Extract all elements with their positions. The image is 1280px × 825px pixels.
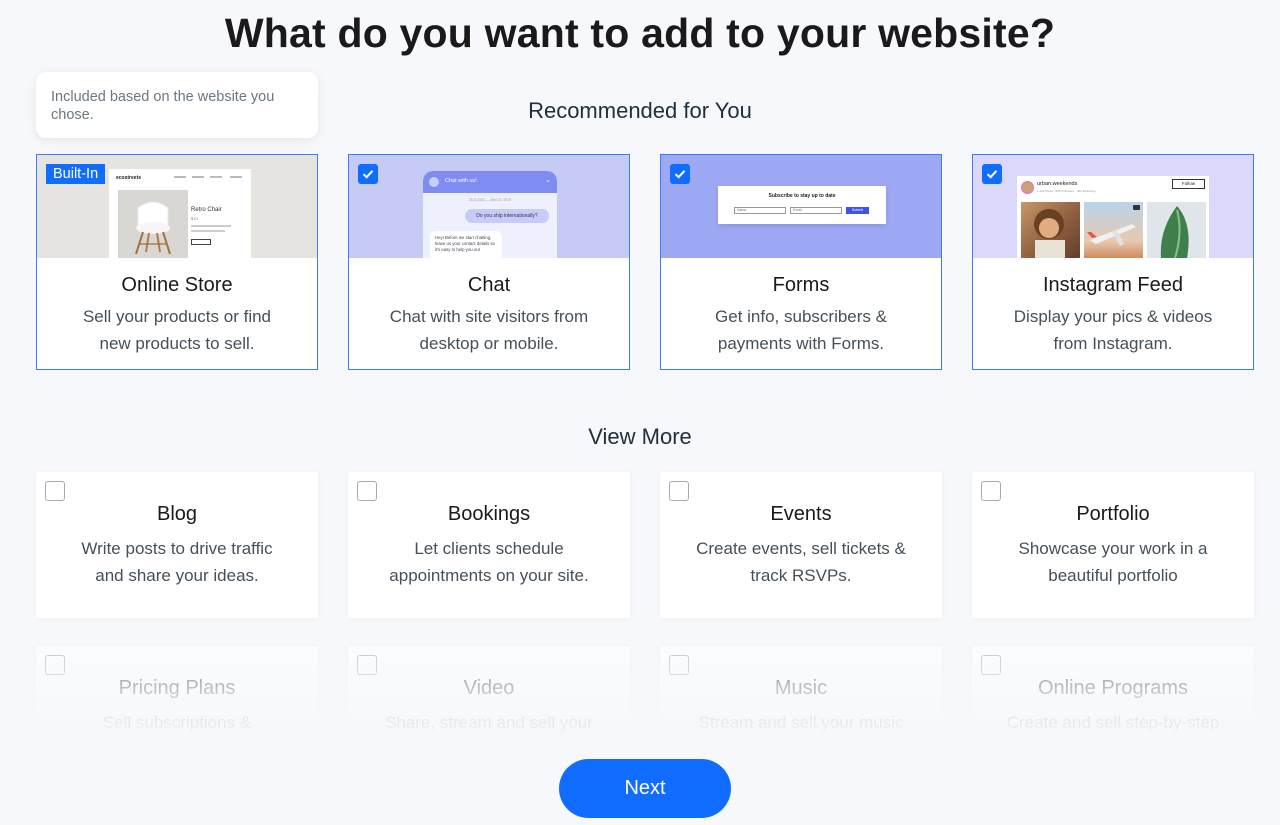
checkbox-empty-icon[interactable] <box>357 655 377 675</box>
card-description: Let clients schedule appointments on you… <box>362 535 616 589</box>
form-submit-button: Submit <box>846 207 869 214</box>
card-description-line: new products to sell. <box>99 334 255 353</box>
app-card-chat[interactable]: Chat with us! ⌄ 26.8.2018 — JAN 22, 2019… <box>348 154 630 370</box>
form-title-text: Subscribe to stay up to date <box>768 193 836 199</box>
chair-image <box>118 190 188 258</box>
card-description-line: Create events, sell tickets & <box>696 539 906 558</box>
page-title: What do you want to add to your website? <box>224 10 1056 56</box>
card-title: Video <box>463 677 515 699</box>
card-description: Create and sell step-by-step <box>986 709 1240 736</box>
card-description-line: Sell your products or find <box>82 307 272 326</box>
photo-plant <box>1147 202 1206 258</box>
card-title: Bookings <box>447 503 531 525</box>
card-description: Showcase your work in a beautiful portfo… <box>986 535 1240 589</box>
next-button[interactable]: Next <box>559 759 731 818</box>
app-card-online-programs[interactable]: Online Programs Create and sell step-by-… <box>972 646 1254 736</box>
photo-person <box>1021 202 1080 258</box>
card-description-line: Get info, subscribers & <box>715 307 887 326</box>
checkbox-empty-icon[interactable] <box>45 655 65 675</box>
chat-date-text: 26.8.2018 — JAN 22, 2019 <box>468 198 512 202</box>
checkbox-empty-icon[interactable] <box>981 481 1001 501</box>
store-brand-text: ecostreets <box>116 175 142 181</box>
card-description-line: Share, stream and sell your <box>385 713 593 732</box>
card-description-line: payments with Forms. <box>717 334 885 353</box>
photo-airplane <box>1084 202 1143 258</box>
card-description-line: appointments on your site. <box>389 566 589 585</box>
card-title: Music <box>774 677 828 699</box>
view-more-heading: View More <box>588 424 692 449</box>
card-title: Instagram Feed <box>1042 274 1184 296</box>
instagram-thumbnail: urban.weekends 1,234 Posts · 856 Followe… <box>973 155 1253 258</box>
store-product-text: Retro Chair <box>191 207 222 213</box>
chat-reply-text: Hey! Before we start chatting, leave us … <box>430 231 502 258</box>
card-description-line: Let clients schedule <box>414 539 564 558</box>
card-description: Chat with site visitors from desktop or … <box>363 303 615 357</box>
checkbox-empty-icon[interactable] <box>357 481 377 501</box>
card-description-line: Create and sell step-by-step <box>1006 713 1220 732</box>
card-title: Blog <box>156 503 198 525</box>
chat-question-text: Do you ship internationally? <box>465 209 549 223</box>
checkbox-empty-icon[interactable] <box>45 481 65 501</box>
online-store-thumbnail: ecostreets Retro Chair $70 Built-In <box>37 155 317 258</box>
card-title: Pricing Plans <box>118 677 236 699</box>
avatar <box>1021 181 1034 194</box>
card-description-line: Stream and sell your music <box>698 713 904 732</box>
video-icon <box>1133 205 1140 210</box>
insta-account-text: urban.weekends <box>1037 181 1078 187</box>
card-description: Write posts to drive traffic and share y… <box>50 535 304 589</box>
card-description-line: and share your ideas. <box>95 566 259 585</box>
app-card-music[interactable]: Music Stream and sell your music <box>660 646 942 736</box>
card-title: Events <box>770 503 832 525</box>
card-description-line: Chat with site visitors from <box>389 307 589 326</box>
card-description: Sell subscriptions & <box>50 709 304 736</box>
checkbox-empty-icon[interactable] <box>981 655 1001 675</box>
card-description: Stream and sell your music <box>674 709 928 736</box>
card-description-line: Display your pics & videos <box>1013 307 1213 326</box>
card-title: Forms <box>772 274 830 296</box>
app-card-video[interactable]: Video Share, stream and sell your <box>348 646 630 736</box>
card-title: Chat <box>467 274 511 296</box>
check-icon[interactable] <box>982 164 1002 184</box>
card-description-line: beautiful portfolio <box>1048 566 1178 585</box>
app-card-portfolio[interactable]: Portfolio Showcase your work in a beauti… <box>972 472 1254 618</box>
card-description: Share, stream and sell your <box>362 709 616 736</box>
card-description-line: track RSVPs. <box>750 566 852 585</box>
card-description: Display your pics & videos from Instagra… <box>987 303 1239 357</box>
app-card-pricing-plans[interactable]: Pricing Plans Sell subscriptions & <box>36 646 318 736</box>
app-card-forms[interactable]: Subscribe to stay up to date Name Email … <box>660 154 942 370</box>
card-description: Get info, subscribers & payments with Fo… <box>675 303 927 357</box>
card-description-line: Showcase your work in a <box>1018 539 1208 558</box>
check-icon[interactable] <box>358 164 378 184</box>
chevron-down-icon: ⌄ <box>545 177 551 184</box>
form-name-field: Name <box>734 207 786 214</box>
recommended-heading: Recommended for You <box>528 98 752 123</box>
built-in-badge: Built-In <box>46 164 106 184</box>
forms-thumbnail: Subscribe to stay up to date Name Email … <box>661 155 941 258</box>
chat-header-text: Chat with us! <box>445 178 477 184</box>
app-card-bookings[interactable]: Bookings Let clients schedule appointmen… <box>348 472 630 618</box>
card-description: Create events, sell tickets & track RSVP… <box>674 535 928 589</box>
card-title: Portfolio <box>1076 503 1150 525</box>
card-description-line: Sell subscriptions & <box>102 713 252 732</box>
card-description-line: from Instagram. <box>1053 334 1173 353</box>
check-icon[interactable] <box>670 164 690 184</box>
card-title: Online Store <box>121 274 233 296</box>
insta-stats-text: 1,234 Posts · 856 Followers · 480 Follow… <box>1037 189 1096 193</box>
card-description-line: Write posts to drive traffic <box>81 539 273 558</box>
app-card-blog[interactable]: Blog Write posts to drive traffic and sh… <box>36 472 318 618</box>
app-card-online-store[interactable]: ecostreets Retro Chair $70 Built-In Onli… <box>36 154 318 370</box>
store-price-text: $70 <box>191 216 198 221</box>
app-card-events[interactable]: Events Create events, sell tickets & tra… <box>660 472 942 618</box>
insta-follow-button: Follow <box>1172 179 1205 189</box>
checkbox-empty-icon[interactable] <box>669 481 689 501</box>
card-title: Online Programs <box>1037 677 1189 699</box>
card-description: Sell your products or find new products … <box>51 303 303 357</box>
card-description-line: desktop or mobile. <box>419 334 559 353</box>
chat-thumbnail: Chat with us! ⌄ 26.8.2018 — JAN 22, 2019… <box>349 155 629 258</box>
checkbox-empty-icon[interactable] <box>669 655 689 675</box>
form-email-field: Email <box>790 207 842 214</box>
app-card-instagram-feed[interactable]: urban.weekends 1,234 Posts · 856 Followe… <box>972 154 1254 370</box>
